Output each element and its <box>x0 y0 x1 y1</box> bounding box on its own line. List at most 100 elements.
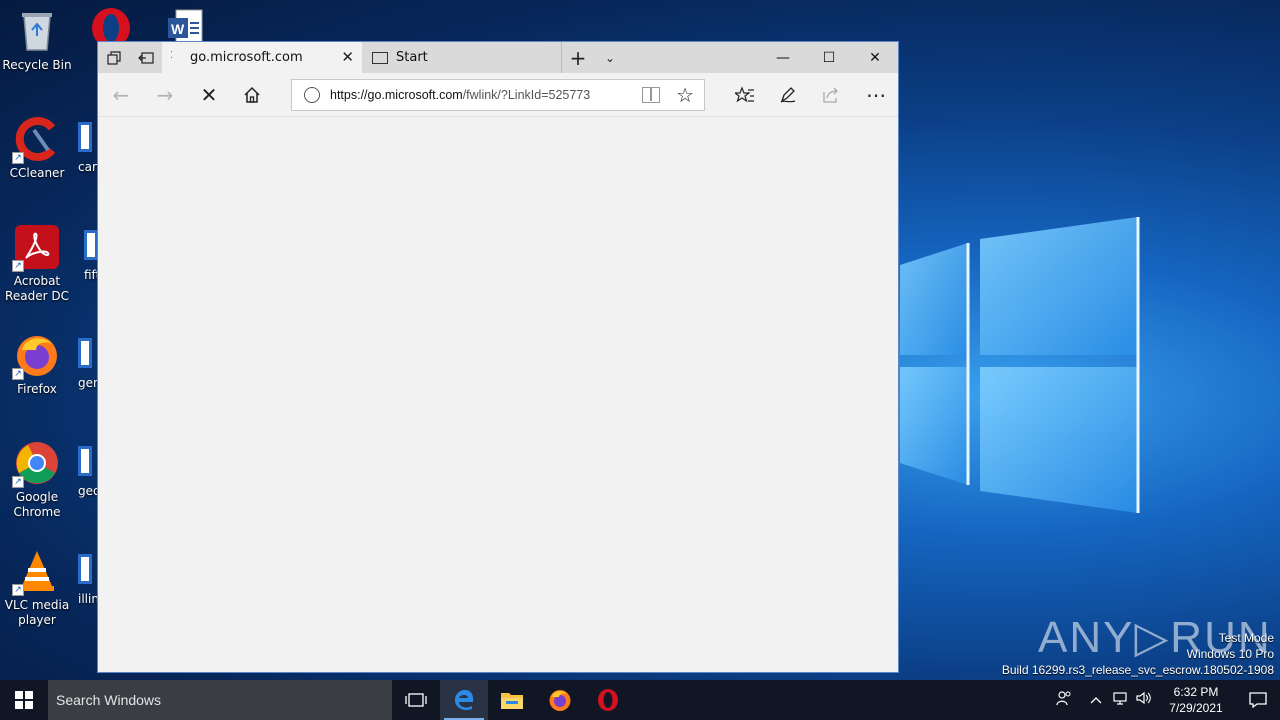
desktop-icon-partial[interactable]: geo <box>78 446 98 498</box>
back-button[interactable]: ← <box>106 81 136 109</box>
url-path: /fwlink/?LinkId=525773 <box>462 88 591 102</box>
tab-label: go.microsoft.com <box>190 50 303 65</box>
desktop-icon-label: VLC media player <box>4 598 70 627</box>
shortcut-arrow-icon: ↗ <box>12 368 24 380</box>
chrome-icon: ↗ <box>12 440 60 488</box>
taskbar-search-box[interactable]: Search Windows <box>48 680 392 720</box>
people-icon[interactable] <box>1052 690 1076 710</box>
address-bar[interactable]: https://go.microsoft.com/fwlink/?LinkId=… <box>291 79 705 111</box>
taskbar-firefox[interactable] <box>536 680 584 720</box>
svg-text:W: W <box>171 21 185 37</box>
desktop-icon-partial[interactable]: illin <box>78 554 98 606</box>
loading-spinner-icon: ⁚ <box>170 50 174 61</box>
edge-icon <box>455 690 474 710</box>
close-icon: ✕ <box>869 49 881 66</box>
opera-icon <box>598 689 618 711</box>
arrow-right-icon: → <box>156 83 174 107</box>
tab-go-microsoft[interactable]: ⁚ go.microsoft.com ✕ <box>162 42 362 73</box>
pen-icon <box>780 87 796 103</box>
notification-icon <box>1249 692 1267 708</box>
minimize-icon: — <box>776 49 790 66</box>
show-tabs-aside-button[interactable] <box>130 42 162 73</box>
action-center-button[interactable] <box>1236 680 1280 720</box>
desktop-icon-word-partial[interactable]: W <box>166 8 206 42</box>
desktop-icon-opera-partial[interactable] <box>90 6 132 42</box>
desktop-icon-label: fift <box>84 268 98 282</box>
document-icon <box>84 230 98 260</box>
desktop-icon-label: card <box>78 160 98 174</box>
set-tabs-aside-button[interactable] <box>98 42 130 73</box>
forward-button[interactable]: → <box>150 81 180 109</box>
recycle-bin-icon <box>14 8 60 54</box>
shortcut-arrow-icon: ↗ <box>12 476 24 488</box>
taskbar-file-explorer[interactable] <box>488 680 536 720</box>
minimize-button[interactable]: — <box>760 42 806 73</box>
desktop-icon-ccleaner[interactable]: ↗ CCleaner <box>1 116 73 181</box>
taskbar-clock[interactable]: 6:32 PM 7/29/2021 <box>1156 684 1236 716</box>
tab-close-icon[interactable]: ✕ <box>341 50 354 65</box>
globe-icon <box>304 87 320 103</box>
address-url[interactable]: https://go.microsoft.com/fwlink/?LinkId=… <box>330 88 590 102</box>
desktop-icon-firefox[interactable]: ↗ Firefox <box>1 332 73 397</box>
favorites-hub-button[interactable] <box>730 81 760 109</box>
document-icon <box>78 338 92 368</box>
desktop-icon-partial[interactable]: card <box>78 122 98 174</box>
volume-icon[interactable] <box>1132 691 1156 709</box>
ccleaner-icon: ↗ <box>12 116 60 164</box>
plus-icon: + <box>569 45 587 70</box>
desktop-icon-recycle-bin[interactable]: Recycle Bin <box>1 8 73 73</box>
desktop-icon-label: Firefox <box>17 382 57 396</box>
tab-start[interactable]: Start <box>362 42 562 73</box>
system-tray: 6:32 PM 7/29/2021 <box>1052 680 1280 720</box>
firefox-icon: ↗ <box>12 332 60 380</box>
vlc-icon: ↗ <box>12 548 60 596</box>
desktop-icon-label: illin <box>78 592 98 606</box>
start-page-icon <box>372 51 388 64</box>
tabs-aside-icon <box>107 50 121 65</box>
web-note-button[interactable] <box>773 81 803 109</box>
home-button[interactable] <box>237 81 267 109</box>
share-button[interactable] <box>816 81 846 109</box>
document-icon <box>78 122 92 152</box>
maximize-icon: ☐ <box>822 49 836 66</box>
opera-icon <box>92 8 130 42</box>
new-tab-button[interactable]: + <box>562 42 594 73</box>
test-mode-watermark: Test Mode Windows 10 Pro Build 16299.rs3… <box>1002 630 1274 678</box>
acrobat-icon: ↗ <box>12 224 60 272</box>
url-host: https://go.microsoft.com <box>330 88 463 102</box>
task-view-button[interactable] <box>392 680 440 720</box>
tab-bar: ⁚ go.microsoft.com ✕ Start + ⌄ — ☐ ✕ <box>98 42 898 73</box>
page-content-area[interactable] <box>98 118 898 672</box>
reading-view-icon[interactable] <box>642 87 660 103</box>
firefox-icon <box>549 690 571 711</box>
desktop-icon-vlc[interactable]: ↗ VLC media player <box>1 548 73 628</box>
clock-date: 7/29/2021 <box>1169 701 1223 715</box>
favorite-star-icon[interactable]: ☆ <box>676 83 694 107</box>
desktop-icon-label: geo <box>78 484 98 498</box>
desktop-icon-partial[interactable]: gen <box>78 338 98 390</box>
windows-wallpaper-logo <box>900 217 1140 513</box>
task-view-icon <box>405 693 427 707</box>
tab-label: Start <box>396 50 428 65</box>
more-menu-button[interactable]: ⋯ <box>861 81 891 109</box>
desktop-icon-label: CCleaner <box>9 166 65 180</box>
desktop-icon-label: Google Chrome <box>13 490 61 519</box>
shortcut-arrow-icon: ↗ <box>12 260 24 272</box>
desktop-icon-label: gen <box>78 376 98 390</box>
stop-loading-button[interactable]: ✕ <box>194 81 224 109</box>
desktop-icon-acrobat[interactable]: ↗ Acrobat Reader DC <box>1 224 73 304</box>
desktop-icon-chrome[interactable]: ↗ Google Chrome <box>1 440 73 520</box>
taskbar-edge[interactable] <box>440 680 488 720</box>
network-icon[interactable] <box>1108 691 1132 709</box>
chevron-up-icon[interactable] <box>1084 693 1108 708</box>
maximize-button[interactable]: ☐ <box>806 42 852 73</box>
build-label: Build 16299.rs3_release_svc_escrow.18050… <box>1001 663 1274 677</box>
taskbar-opera[interactable] <box>584 680 632 720</box>
start-button[interactable] <box>0 680 48 720</box>
test-mode-label: Test Mode <box>1218 631 1274 645</box>
close-button[interactable]: ✕ <box>852 42 898 73</box>
edge-browser-window[interactable]: ⁚ go.microsoft.com ✕ Start + ⌄ — ☐ ✕ ← →… <box>97 41 899 673</box>
search-placeholder: Search Windows <box>56 692 162 708</box>
desktop-icon-partial[interactable]: fift <box>84 230 98 282</box>
tab-preview-button[interactable]: ⌄ <box>594 42 626 73</box>
